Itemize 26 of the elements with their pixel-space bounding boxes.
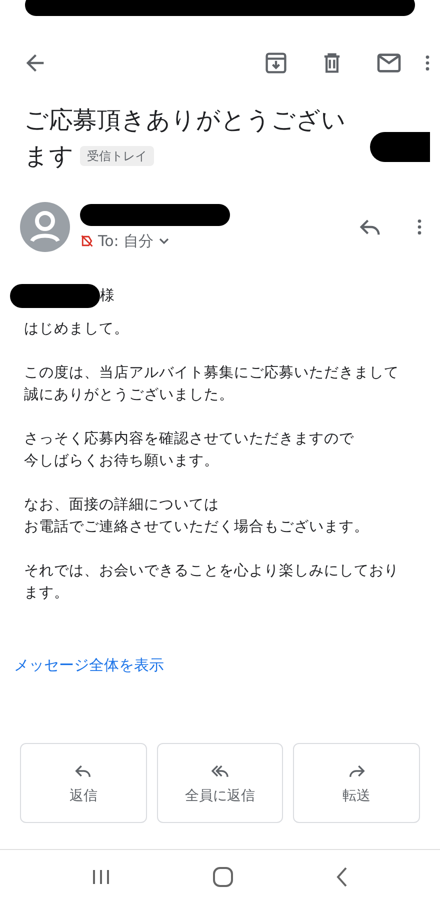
back-icon	[335, 866, 350, 888]
forward-button[interactable]: 転送	[293, 743, 420, 823]
reply-all-button[interactable]: 全員に返信	[156, 743, 284, 823]
more-icon	[417, 218, 422, 236]
show-full-message-link[interactable]: メッセージ全体を表示	[14, 656, 164, 675]
home-icon	[212, 866, 234, 888]
more-icon	[425, 54, 430, 72]
avatar-icon	[20, 202, 70, 252]
subject-line: ご応募頂きありがとうござい	[24, 105, 346, 136]
recent-apps-icon	[90, 868, 111, 884]
no-label-icon	[80, 234, 94, 248]
body-paragraph: なお、面接の詳細については お電話でご連絡させていただく場合もございます。	[24, 496, 370, 537]
subject-line: ます	[24, 141, 74, 172]
archive-icon	[263, 50, 289, 76]
body-paragraph: それでは、お会いできることを心より楽しみにしており ます。	[24, 562, 400, 603]
reply-button[interactable]: 返信	[20, 743, 147, 823]
inbox-label: 受信トレイ	[80, 146, 154, 166]
redaction-mark	[370, 132, 430, 162]
more-button[interactable]	[417, 218, 422, 236]
greeting-suffix: 様	[100, 287, 115, 306]
body-paragraph: はじめまして。	[24, 320, 130, 339]
recipient-dropdown[interactable]: To: 自分	[80, 232, 170, 250]
body-paragraph: この度は、当店アルバイト募集にご応募いただきまして 誠にありがとうございました。	[24, 364, 400, 405]
more-button[interactable]	[425, 54, 430, 72]
body-paragraph: さっそく応募内容を確認させていただきますので 今しばらくお待ち願います。	[24, 430, 355, 471]
archive-button[interactable]	[263, 50, 289, 76]
